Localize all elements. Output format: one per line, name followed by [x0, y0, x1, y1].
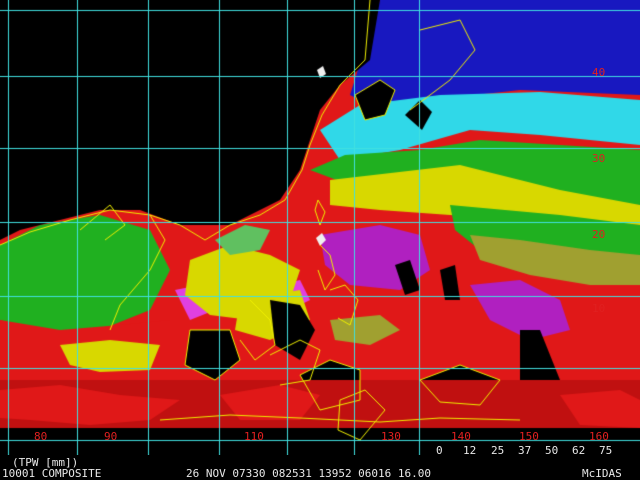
latitude-label-30: 30 [592, 152, 606, 165]
legend-value-62: 62 [572, 444, 586, 457]
legend-value-0: 0 [436, 444, 443, 457]
latitude-label-10: 10 [592, 302, 606, 315]
credit-label: McIDAS [582, 467, 622, 480]
longitude-label-140: 140 [451, 430, 471, 443]
legend-value-75: 75 [599, 444, 613, 457]
legend-value-25: 25 [491, 444, 505, 457]
longitude-label-110: 110 [244, 430, 264, 443]
longitude-label-90: 90 [104, 430, 118, 443]
legend-value-12: 12 [463, 444, 477, 457]
longitude-label-160: 160 [589, 430, 609, 443]
product-line: 10001 COMPOSITE [2, 467, 102, 480]
legend-value-50: 50 [545, 444, 559, 457]
latitude-label-40: 40 [592, 66, 606, 79]
latitude-label-20: 20 [592, 228, 606, 241]
tpw-satellite-map [0, 0, 640, 455]
longitude-label-150: 150 [519, 430, 539, 443]
timestamp-line: 26 NOV 07330 082531 13952 06016 16.00 [186, 467, 432, 480]
legend-value-37: 37 [518, 444, 532, 457]
longitude-label-130: 130 [381, 430, 401, 443]
longitude-label-80: 80 [34, 430, 48, 443]
